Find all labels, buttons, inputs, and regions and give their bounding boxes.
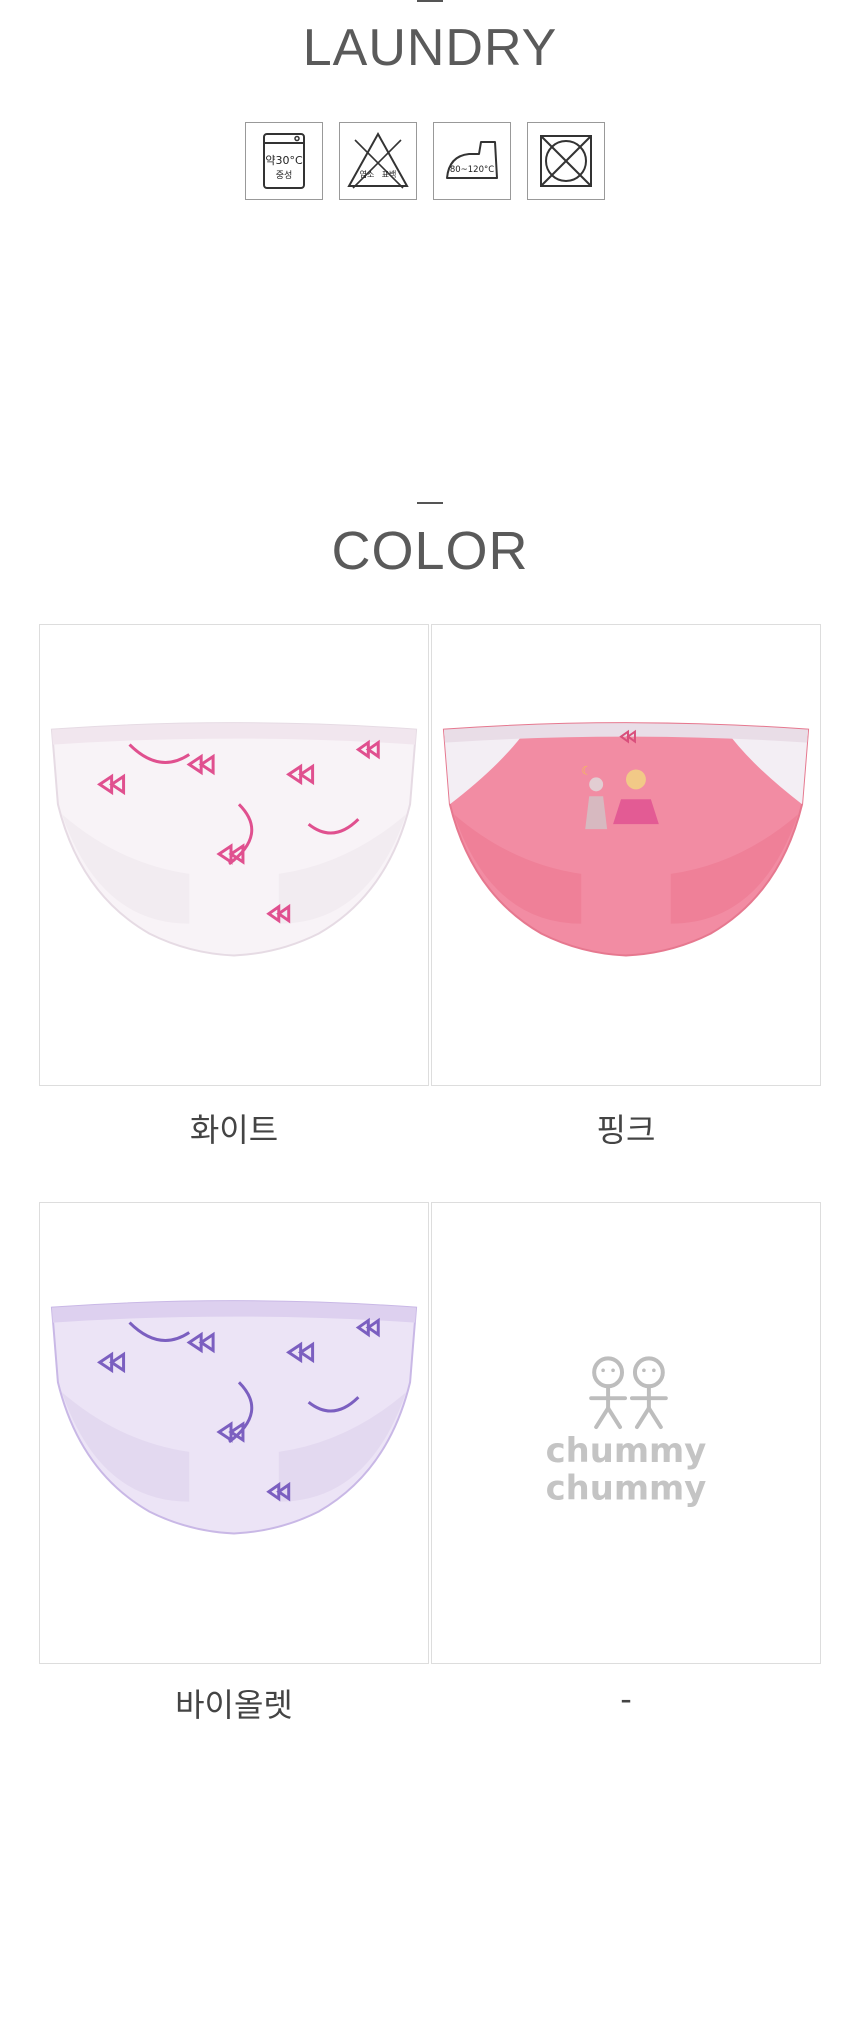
no-bleach-icon: 염소 표백 <box>339 122 417 200</box>
wash-neutral-text: 중성 <box>276 170 293 181</box>
chlorine-text: 염소 <box>360 170 375 179</box>
color-swatch-violet[interactable] <box>39 1202 429 1664</box>
iron-80-120c-icon: 80~120°C <box>433 122 511 200</box>
chummy-logo: chummy chummy <box>546 1356 707 1508</box>
color-swatch-white[interactable] <box>39 624 429 1086</box>
iron-temp-text: 80~120°C <box>450 165 494 175</box>
color-title: COLOR <box>331 521 529 581</box>
color-swatch-empty: chummy chummy <box>431 1202 821 1664</box>
logo-text-line2: chummy <box>546 1469 707 1508</box>
section-divider-dash <box>417 502 443 504</box>
no-tumble-dry-icon <box>527 122 605 200</box>
bleach-text: 표백 <box>382 169 397 179</box>
wash-30c-neutral-icon: 약30°C 중성 <box>245 122 323 200</box>
laundry-title: LAUNDRY <box>302 19 558 77</box>
color-label-pink: 핑크 <box>596 1111 656 1149</box>
briefs-white-image <box>50 722 418 957</box>
color-label-violet: 바이올렛 <box>175 1686 293 1724</box>
wash-temp-text: 약30°C <box>265 153 303 167</box>
color-label-white: 화이트 <box>189 1111 279 1149</box>
logo-text-line1: chummy <box>546 1431 707 1470</box>
section-divider-dash <box>417 0 443 2</box>
color-swatch-pink[interactable]: ☾ <box>431 624 821 1086</box>
svg-text:☾: ☾ <box>581 763 592 777</box>
color-label-empty: - <box>620 1680 632 1718</box>
briefs-violet-image <box>50 1300 418 1535</box>
briefs-pink-image: ☾ <box>442 722 810 957</box>
laundry-icons: 약30°C 중성 염소 표백 80~120°C <box>245 122 605 200</box>
